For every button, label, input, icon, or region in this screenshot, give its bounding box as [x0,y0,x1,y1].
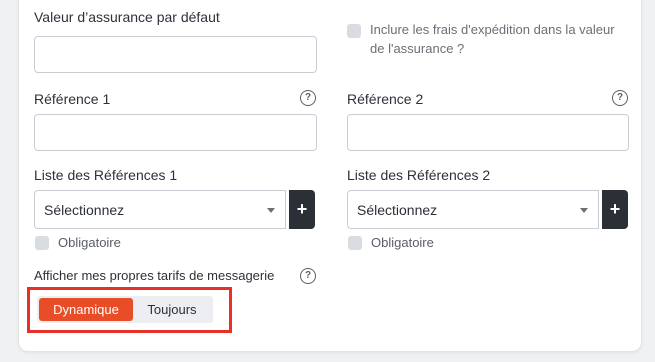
references-list2-label: Liste des Références 2 [347,167,491,183]
insurance-value-label: Valeur d’assurance par défaut [34,9,220,25]
chevron-down-icon [267,208,275,213]
add-reference2-button[interactable]: + [602,190,628,229]
references-list1-value: Sélectionnez [44,202,125,218]
own-rates-help-icon[interactable]: ? [300,268,316,284]
chevron-down-icon [580,208,588,213]
include-shipping-checkbox[interactable] [347,24,361,38]
mandatory2-label: Obligatoire [371,235,434,250]
insurance-value-input[interactable] [34,36,317,73]
mandatory1-label: Obligatoire [58,235,121,250]
own-rates-label: Afficher mes propres tarifs de messageri… [34,268,275,283]
mandatory2-checkbox[interactable] [348,236,362,250]
references-list1-select[interactable]: Sélectionnez [34,190,286,229]
toggle-option-toujours[interactable]: Toujours [133,298,211,321]
add-reference1-button[interactable]: + [289,190,315,229]
own-rates-toggle[interactable]: Dynamique Toujours [37,296,213,323]
toggle-option-dynamique[interactable]: Dynamique [39,298,133,321]
references-list2-value: Sélectionnez [357,202,438,218]
reference1-help-icon[interactable]: ? [300,90,316,106]
include-shipping-label-line2: de l'assurance ? [370,41,465,56]
mandatory1-checkbox[interactable] [35,236,49,250]
reference1-input[interactable] [34,114,317,151]
reference1-label: Référence 1 [34,91,111,107]
include-shipping-label-line1: Inclure les frais d'expédition dans la v… [370,22,615,37]
references-list2-select[interactable]: Sélectionnez [347,190,599,229]
reference2-help-icon[interactable]: ? [612,90,628,106]
reference2-label: Référence 2 [347,91,424,107]
references-list1-label: Liste des Références 1 [34,167,178,183]
reference2-input[interactable] [347,114,629,151]
